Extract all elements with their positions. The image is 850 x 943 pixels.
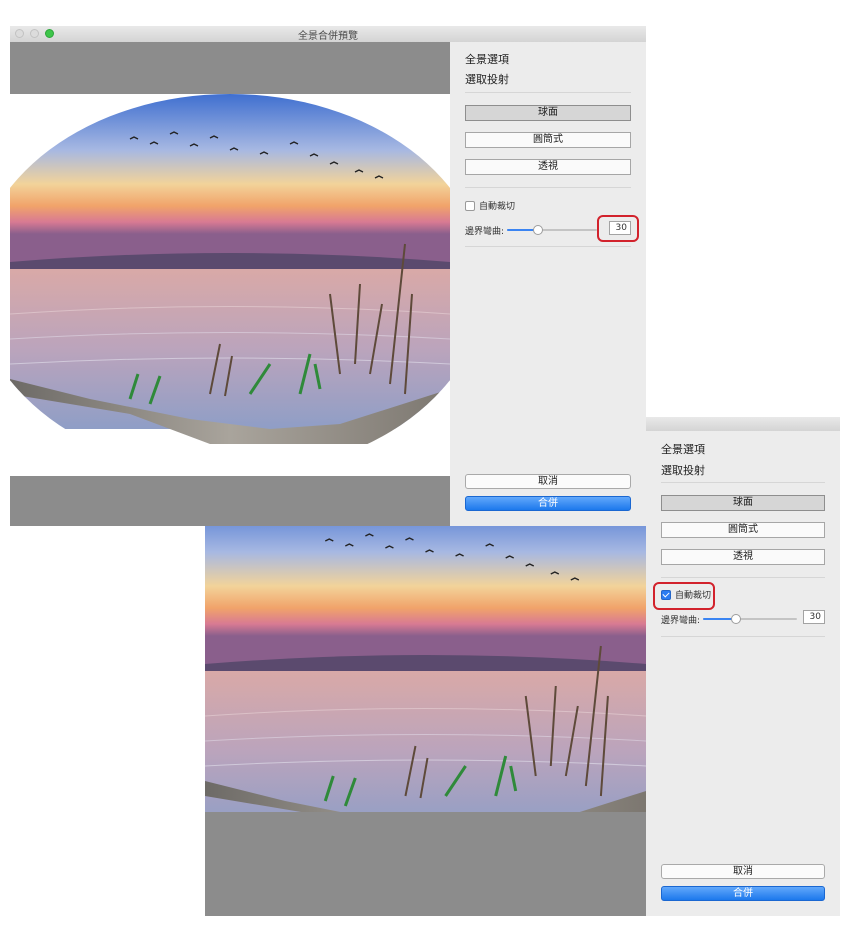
divider [465,92,631,93]
slider-knob[interactable] [533,225,543,235]
options-window-bottom: 全景選項 選取投射 球面 圓筒式 透視 自動裁切 邊界彎曲: 30 取消 合併 [646,417,840,916]
boundary-warp-slider[interactable] [703,614,797,624]
divider [661,482,825,483]
projection-spherical-button[interactable]: 球面 [661,495,825,511]
divider [465,246,631,247]
boundary-warp-label: 邊界彎曲: [661,616,701,626]
panel-heading: 全景選項 [465,53,509,66]
auto-crop-label: 自動裁切 [479,202,516,212]
cancel-button[interactable]: 取消 [465,474,631,489]
slider-knob[interactable] [731,614,741,624]
options-panel: 全景選項 選取投射 球面 圓筒式 透視 自動裁切 邊界彎曲: 30 取消 合併 [450,42,646,526]
auto-crop-callout [653,582,715,610]
merge-button[interactable]: 合併 [661,886,825,901]
window-title: 全景合併預覽 [298,31,358,42]
projection-perspective-button[interactable]: 透視 [661,549,825,565]
boundary-warp-row: 邊界彎曲: 30 [661,610,825,626]
projection-cylindrical-button[interactable]: 圓筒式 [465,132,631,148]
auto-crop-checkbox[interactable] [465,200,475,211]
boundary-warp-value[interactable]: 30 [803,610,825,624]
projection-cylindrical-button[interactable]: 圓筒式 [661,522,825,538]
panorama-preview-image [10,94,450,476]
title-bar: 全景合併預覽 [10,26,646,43]
projection-spherical-button[interactable]: 球面 [465,105,631,121]
cropped-panorama-image [205,526,646,812]
cancel-button[interactable]: 取消 [661,864,825,879]
boundary-warp-label: 邊界彎曲: [465,227,505,237]
projection-label: 選取投射 [661,464,705,477]
cropped-preview-area [205,526,646,916]
divider [465,187,631,188]
title-bar [646,417,840,432]
projection-label: 選取投射 [465,73,509,86]
preview-area [10,42,450,526]
boundary-warp-slider[interactable] [507,225,597,235]
boundary-warp-value-callout [597,215,639,242]
merge-button[interactable]: 合併 [465,496,631,511]
options-panel: 全景選項 選取投射 球面 圓筒式 透視 自動裁切 邊界彎曲: 30 取消 合併 [646,431,840,916]
panel-heading: 全景選項 [661,443,705,456]
projection-perspective-button[interactable]: 透視 [465,159,631,175]
panorama-preview-window: 全景合併預覽 全景選項 選取投射 球面 圓筒式 透視 自動裁切 邊界彎曲: 30… [10,26,646,526]
divider [661,577,825,578]
auto-crop-checkbox-row[interactable]: 自動裁切 [465,199,515,213]
divider [661,636,825,637]
